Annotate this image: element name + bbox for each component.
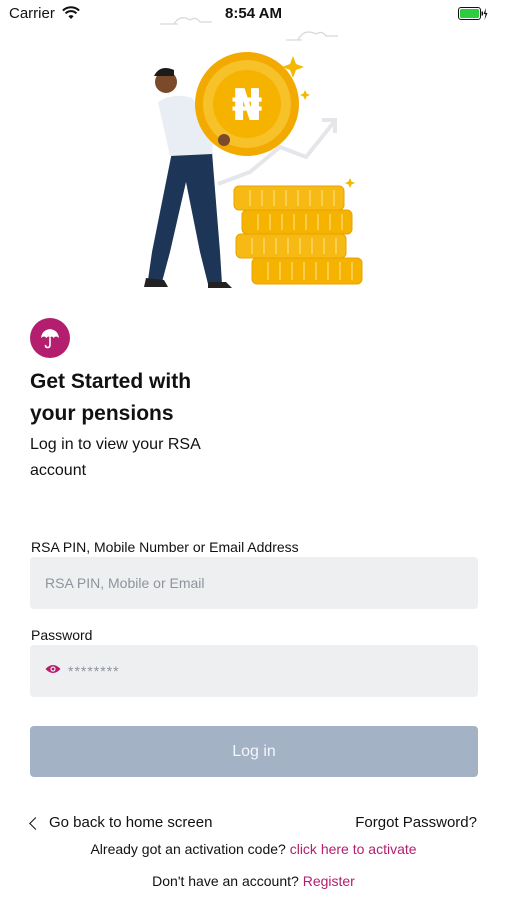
title-line: your pensions xyxy=(30,402,174,425)
register-line: Don't have an account? Register xyxy=(0,873,507,889)
id-field-label: RSA PIN, Mobile Number or Email Address xyxy=(31,539,299,555)
eye-icon[interactable] xyxy=(45,663,61,675)
title-line: Get Started with xyxy=(30,370,192,393)
subtitle-line: account xyxy=(30,462,87,479)
back-home-label: Go back to home screen xyxy=(49,814,213,831)
password-input[interactable] xyxy=(30,645,478,697)
activate-link[interactable]: click here to activate xyxy=(290,841,417,857)
naira-symbol: ₦ xyxy=(232,80,263,131)
subtitle-line: Log in to view your RSA xyxy=(30,436,201,453)
rsa-id-input[interactable] xyxy=(30,557,478,609)
login-button[interactable]: Log in xyxy=(30,726,478,777)
activation-line: Already got an activation code? click he… xyxy=(0,841,507,857)
activation-prompt: Already got an activation code? xyxy=(90,841,286,857)
battery-charging-icon xyxy=(458,7,488,20)
password-field-label: Password xyxy=(31,627,93,643)
hero-illustration: ₦ xyxy=(144,17,363,288)
register-prompt: Don't have an account? xyxy=(152,873,299,889)
page-title: Get Started with your pensions xyxy=(30,366,250,430)
chevron-left-icon xyxy=(29,816,42,830)
forgot-password-link[interactable]: Forgot Password? xyxy=(355,814,477,831)
page-subtitle: Log in to view your RSA account xyxy=(30,432,250,484)
cloud-icon xyxy=(160,17,338,41)
brand-logo xyxy=(30,318,70,358)
register-link[interactable]: Register xyxy=(303,873,355,889)
back-home-link[interactable]: Go back to home screen xyxy=(29,814,213,831)
umbrella-icon xyxy=(41,329,59,349)
